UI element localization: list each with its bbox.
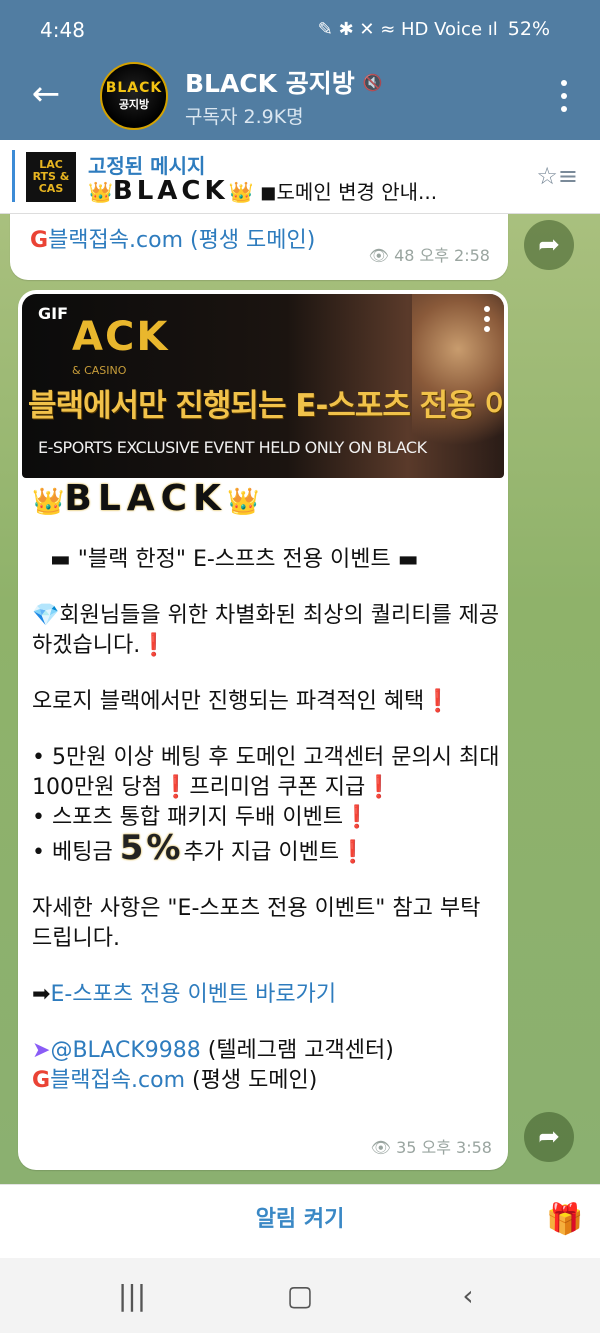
crown-icon: 👑 [226, 487, 260, 517]
more-vertical-icon[interactable] [554, 74, 574, 118]
nav-back-icon[interactable]: ‹ [448, 1276, 488, 1316]
exclamation-icon: ❗ [365, 775, 393, 800]
chat-header: ← BLACK 공지방 BLACK 공지방 🔇 구독자 2.9K명 [0, 60, 600, 140]
status-time: 4:48 [40, 18, 85, 42]
percent-highlight: 5% [119, 828, 184, 868]
avatar-caption: 공지방 [118, 98, 150, 111]
channel-title-row[interactable]: BLACK 공지방 🔇 [185, 64, 383, 100]
muted-speaker-icon: 🔇 [362, 72, 383, 92]
exclamation-icon: ❗ [161, 775, 190, 800]
pinned-preview-text: ◼도메인 변경 안내... [259, 180, 438, 204]
channel-title: BLACK 공지방 [185, 69, 355, 98]
telegram-icon: ➤ [32, 1038, 51, 1063]
pinned-label: 고정된 메시지 [88, 154, 206, 178]
gif-headline-korean: 블랙에서만 진행되는 E-스포츠 전용 이벤트 [28, 388, 504, 424]
gif-logo-sub: & CASINO [72, 364, 127, 377]
avatar[interactable]: BLACK 공지방 [100, 62, 168, 130]
headline: ▬ "블랙 한정" E-스프츠 전용 이벤트 ▬ [50, 547, 419, 572]
status-indicators-icon: ✎ ✱ ✕ ≈ HD Voice ıl [317, 18, 498, 40]
message-meta: 👁 48 오후 2:58 [369, 242, 490, 266]
pinned-brand: BLACK [112, 176, 229, 206]
telegram-line: ➤@BLACK9988 (텔레그램 고객센터) [32, 1038, 394, 1063]
battery-level: 52% [507, 18, 550, 40]
view-count: 35 [396, 1138, 417, 1157]
domain-line: G블랙접속.com (평생 도메인) [32, 1068, 318, 1093]
avatar-brand: BLACK [105, 80, 163, 96]
message-time: 오후 3:58 [421, 1138, 492, 1157]
event-link[interactable]: E-스포츠 전용 이벤트 바로가기 [50, 982, 336, 1007]
eye-icon: 👁 [368, 246, 389, 265]
domain-text[interactable]: 블랙접속.com (평생 도메인) [48, 228, 315, 253]
message-text: 👑BLACK👑 ▬ "블랙 한정" E-스프츠 전용 이벤트 ▬ 💎회원님들을 … [32, 481, 500, 1096]
crown-icon: 👑 [32, 487, 65, 517]
exclamation-icon: ❗ [424, 689, 452, 714]
outro: 자세한 사항은 "E-스포츠 전용 이벤트" 참고 부탁드립니다. [32, 896, 481, 951]
exclamation-icon: ❗ [343, 805, 371, 830]
gif-menu-icon[interactable] [484, 306, 490, 332]
message-bubble[interactable]: GIF ACK & CASINO 블랙에서만 진행되는 E-스포츠 전용 이벤트… [18, 290, 508, 1170]
arrow-right-icon: ➡ [32, 982, 51, 1007]
eye-icon: 👁 [370, 1138, 391, 1157]
pinned-thumbnail: LAC RTS & CAS [26, 152, 76, 202]
brand-name: BLACK [64, 478, 227, 519]
benefit-item-2: • 스포츠 통합 패키지 두배 이벤트❗ [32, 805, 371, 830]
gift-icon[interactable]: 🎁 [546, 1203, 583, 1237]
message-time: 오후 2:58 [419, 246, 490, 265]
exclamation-icon: ❗ [140, 633, 168, 658]
google-icon: G [32, 1068, 51, 1093]
google-icon: G [30, 228, 49, 253]
bottom-bar: 알림 켜기 🎁 [0, 1184, 600, 1258]
gif-logo: ACK [72, 314, 170, 360]
status-bar: 4:48 ✎ ✱ ✕ ≈ HD Voice ıl 52% [0, 0, 600, 60]
intro-line-2: 오로지 블랙에서만 진행되는 파격적인 혜택❗ [32, 689, 452, 714]
exclamation-icon: ❗ [339, 840, 367, 865]
notify-toggle-button[interactable]: 알림 켜기 [0, 1185, 600, 1259]
home-icon[interactable]: ▢ [280, 1276, 320, 1316]
intro-line-1: 💎회원님들을 위한 차별화된 최상의 퀄리티를 제공하겠습니다.❗ [32, 603, 500, 658]
share-icon[interactable]: ➦ [524, 220, 574, 270]
view-count: 48 [394, 246, 415, 265]
share-icon[interactable]: ➦ [524, 1112, 574, 1162]
gif-badge: GIF [38, 304, 69, 323]
benefit-item-1: • 5만원 이상 베팅 후 도메인 고객센터 문의시 최대 100만원 당첨❗프… [32, 745, 500, 800]
status-icons: ✎ ✱ ✕ ≈ HD Voice ıl 52% [318, 18, 550, 40]
event-link-line: ➡E-스포츠 전용 이벤트 바로가기 [32, 980, 500, 1010]
gif-media[interactable]: GIF ACK & CASINO 블랙에서만 진행되는 E-스포츠 전용 이벤트… [22, 294, 504, 478]
crown-icon: 👑 [228, 180, 254, 204]
crown-icon: 👑 [88, 180, 113, 204]
domain-link[interactable]: 블랙접속.com [50, 1068, 185, 1093]
pin-list-icon[interactable]: ☆≡ [536, 162, 578, 190]
domain-line: G블랙접속.com (평생 도메인) [30, 222, 315, 254]
pinned-message-bar[interactable]: LAC RTS & CAS 고정된 메시지 👑BLACK👑 ◼도메인 변경 안내… [0, 140, 600, 214]
message-bubble[interactable]: G블랙접속.com (평생 도메인) 👁 48 오후 2:58 [10, 214, 508, 280]
gif-headline-english: E-SPORTS EXCLUSIVE EVENT HELD ONLY ON BL… [38, 438, 427, 457]
benefit-item-3: • 베팅금 5%추가 지급 이벤트❗ [32, 828, 367, 868]
back-arrow-icon[interactable]: ← [26, 74, 66, 114]
system-nav-bar: ||| ▢ ‹ [0, 1258, 600, 1333]
pinned-indicator [12, 150, 15, 202]
recents-icon[interactable]: ||| [112, 1276, 152, 1316]
telegram-link[interactable]: @BLACK9988 [50, 1038, 200, 1063]
pinned-preview: 👑BLACK👑 ◼도메인 변경 안내... [88, 176, 528, 206]
subscriber-count: 구독자 2.9K명 [185, 106, 304, 128]
app-header-area: 4:48 ✎ ✱ ✕ ≈ HD Voice ıl 52% ← BLACK 공지방… [0, 0, 600, 140]
message-meta: 👁 35 오후 3:58 [371, 1134, 492, 1158]
brand-line: 👑BLACK👑 [32, 481, 500, 519]
chat-area[interactable]: G블랙접속.com (평생 도메인) 👁 48 오후 2:58 ➦ GIF AC… [0, 214, 600, 1184]
